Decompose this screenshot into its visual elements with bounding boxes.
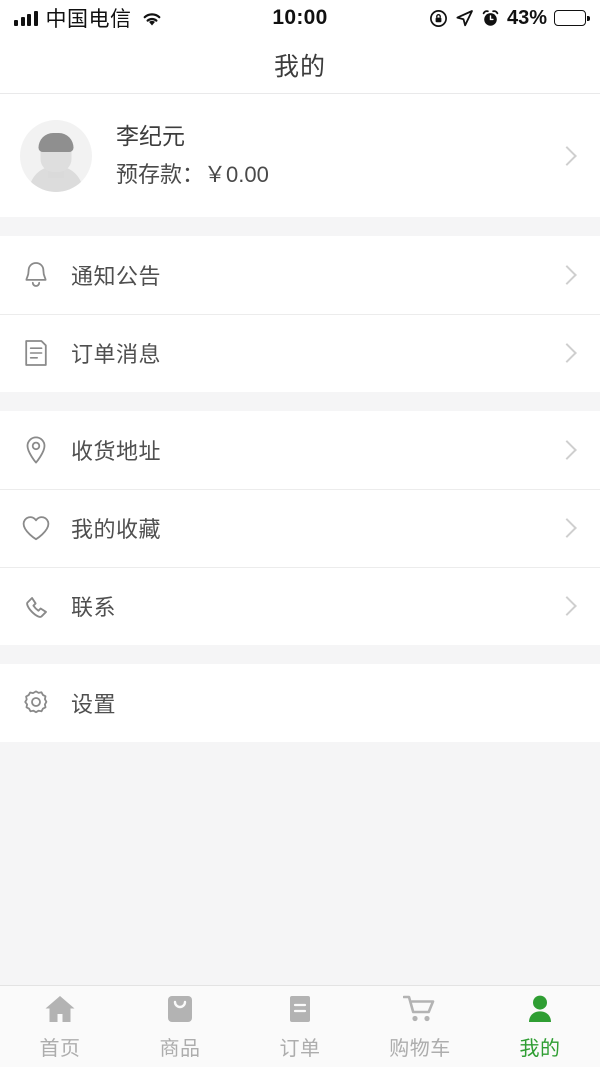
status-bar-center: 10:00 [272,6,327,30]
tab-label: 商品 [160,1032,201,1061]
section-divider [0,392,600,411]
chevron-right-icon [557,146,577,166]
menu-item-favorites[interactable]: 我的收藏 [0,489,600,567]
battery-low-power-icon [554,10,586,26]
shopping-cart-icon [403,993,437,1025]
menu-item-settings[interactable]: 设置 [0,664,600,742]
default-avatar-icon [20,120,92,192]
menu-item-label: 设置 [71,687,578,719]
tab-orders[interactable]: 订单 [240,993,360,1061]
content-scroll-area: 李纪元 预存款：￥0.00 通知公告 订单消息 [0,94,600,985]
home-icon [43,993,77,1025]
tab-label: 订单 [280,1032,321,1061]
tab-mine[interactable]: 我的 [480,993,600,1061]
menu-group-account: 收货地址 我的收藏 联系 [0,411,600,645]
status-bar: 中国电信 10:00 43% [0,0,600,36]
section-divider [0,217,600,236]
page-title: 我的 [274,47,326,83]
menu-item-label: 订单消息 [71,337,560,369]
chevron-right-icon [557,440,577,460]
profile-info: 李纪元 预存款：￥0.00 [116,120,560,191]
tab-home[interactable]: 首页 [0,993,120,1061]
shopping-bag-icon [163,993,197,1025]
menu-item-label: 我的收藏 [71,512,560,544]
section-divider [0,645,600,664]
menu-group-settings: 设置 [0,664,600,742]
rotation-lock-icon [429,9,448,28]
menu-item-address[interactable]: 收货地址 [0,411,600,489]
document-icon [18,335,54,371]
signal-bars-icon [14,11,38,26]
heart-icon [18,510,54,546]
app-screen: 中国电信 10:00 43% 我的 [0,0,600,1067]
profile-name: 李纪元 [116,120,560,153]
chevron-right-icon [557,343,577,363]
menu-item-notice[interactable]: 通知公告 [0,236,600,314]
bottom-tab-bar: 首页 商品 订单 购物车 我的 [0,985,600,1067]
profile-balance: 预存款：￥0.00 [116,158,560,191]
profile-row[interactable]: 李纪元 预存款：￥0.00 [0,94,600,217]
person-icon [523,993,557,1025]
phone-icon [18,588,54,624]
status-bar-right: 43% [328,7,586,30]
status-bar-left: 中国电信 [14,3,272,33]
chevron-right-icon [557,265,577,285]
status-bar-clock: 10:00 [272,6,327,30]
tab-label: 购物车 [389,1032,451,1061]
alarm-clock-icon [481,9,500,28]
page-header: 我的 [0,36,600,94]
menu-item-label: 通知公告 [71,259,560,291]
chevron-right-icon [557,596,577,616]
location-arrow-icon [455,9,474,28]
order-list-icon [283,993,317,1025]
battery-percent: 43% [507,7,547,30]
gear-icon [18,685,54,721]
menu-item-label: 联系 [71,590,560,622]
location-pin-icon [18,432,54,468]
chevron-right-icon [557,518,577,538]
bell-icon [18,257,54,293]
menu-item-contact[interactable]: 联系 [0,567,600,645]
menu-item-label: 收货地址 [71,434,560,466]
tab-products[interactable]: 商品 [120,993,240,1061]
menu-group-notifications: 通知公告 订单消息 [0,236,600,392]
tab-cart[interactable]: 购物车 [360,993,480,1061]
tab-label: 首页 [40,1032,81,1061]
carrier-name: 中国电信 [46,3,132,33]
menu-item-order-message[interactable]: 订单消息 [0,314,600,392]
wifi-icon [140,10,164,27]
tab-label: 我的 [520,1032,561,1061]
